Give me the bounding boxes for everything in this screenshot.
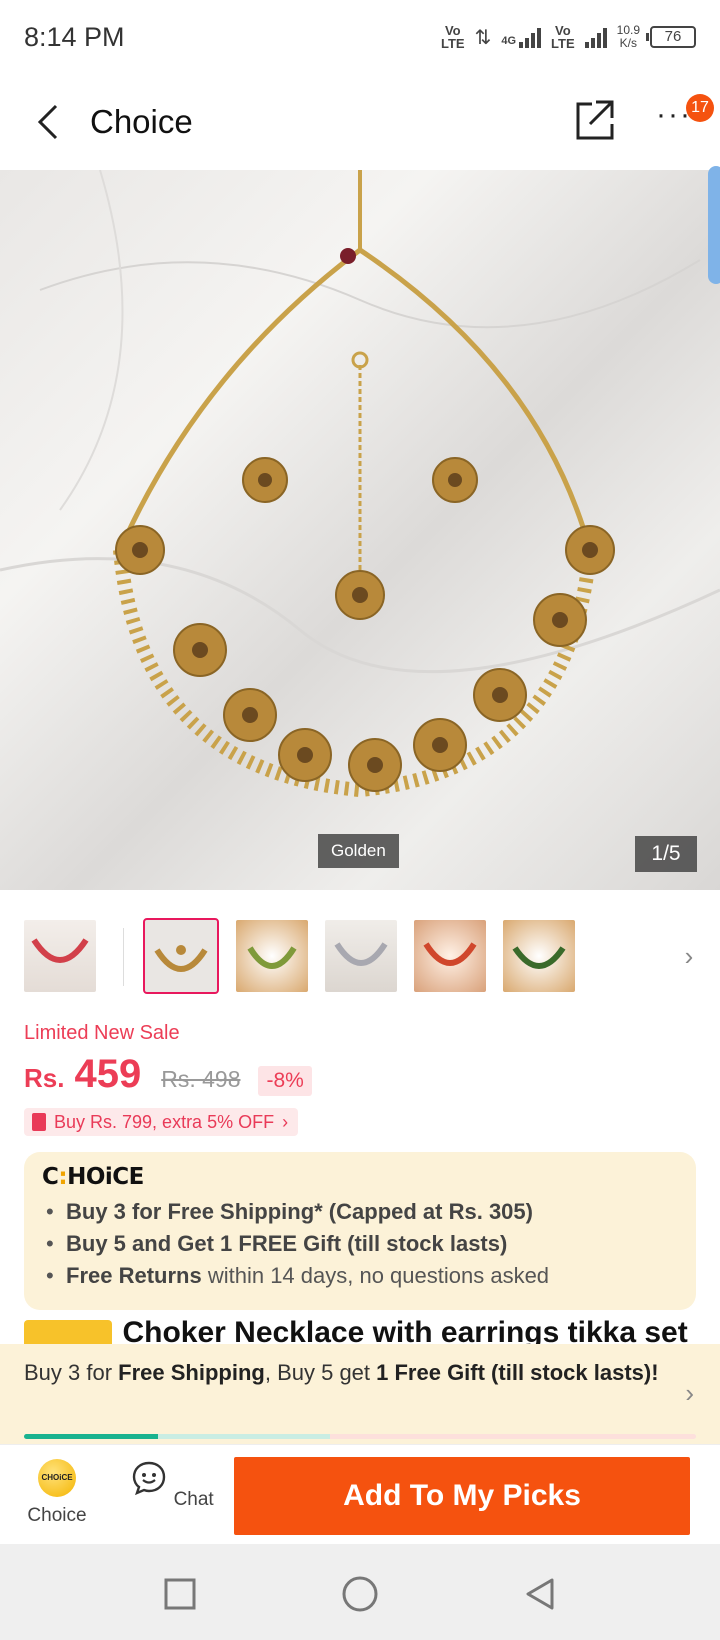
triangle-back-icon[interactable] [520, 1574, 560, 1614]
benefit-item: Free Returns within 14 days, no question… [42, 1260, 678, 1292]
net-speed: 10.9 K/s [616, 23, 640, 50]
battery-icon: 76 [646, 26, 696, 48]
thumbnail[interactable] [236, 920, 308, 992]
back-button[interactable] [24, 98, 72, 146]
status-icons: Vo LTE ⇅ 4G Vo LTE 10.9 K/s 76 [441, 24, 696, 50]
thumbnail-next-button[interactable]: › [674, 936, 704, 976]
benefit-item: Buy 5 and Get 1 FREE Gift (till stock la… [42, 1228, 678, 1260]
data-arrows-icon: ⇅ [474, 26, 492, 49]
chevron-right-icon: › [685, 1378, 694, 1408]
image-counter: 1/5 [635, 836, 697, 872]
product-title-row: Choker Necklace with earrings tikka set [24, 1310, 696, 1344]
system-nav-bar [0, 1544, 720, 1640]
chevron-left-icon [37, 104, 58, 140]
choice-tab[interactable]: CHOiCE Choice [12, 1459, 102, 1527]
benefit-item: Buy 3 for Free Shipping* (Capped at Rs. … [42, 1196, 678, 1228]
promo-coupon[interactable]: Buy Rs. 799, extra 5% OFF › [24, 1108, 299, 1136]
chevron-right-icon: › [684, 941, 694, 971]
price-currency: Rs. [24, 1063, 65, 1093]
product-title: Choker Necklace with earrings tikka set [122, 1316, 688, 1344]
cart-badge: 17 [686, 94, 714, 122]
status-time: 8:14 PM [24, 21, 125, 52]
share-icon [576, 100, 614, 140]
chat-tab[interactable]: Chat [127, 1459, 217, 1511]
progress-segment [330, 1434, 696, 1439]
share-button[interactable] [570, 96, 618, 144]
choice-tag [24, 1320, 112, 1344]
thumbnail[interactable] [24, 920, 96, 992]
volte-label: Vo LTE [441, 23, 465, 51]
price-row: Rs. 459 Rs. 498 -8% [24, 1052, 312, 1097]
scroll-indicator [708, 166, 720, 284]
status-bar: 8:14 PM Vo LTE ⇅ 4G Vo LTE 10.9 K/s 76 [0, 0, 720, 74]
signal-icon-2 [584, 26, 607, 48]
progress-segment [158, 1434, 331, 1439]
add-to-picks-button[interactable]: Add To My Picks [234, 1457, 690, 1535]
product-image[interactable] [0, 170, 720, 890]
choice-icon: CHOiCE [38, 1459, 76, 1497]
thumbnail[interactable] [325, 920, 397, 992]
thumbnail[interactable] [503, 920, 575, 992]
chat-icon [133, 1461, 166, 1496]
necklace-illustration [0, 170, 720, 798]
sale-tag: Limited New Sale [24, 1022, 180, 1044]
progress-fill [24, 1434, 159, 1439]
chevron-right-icon: › [282, 1111, 289, 1132]
choice-tab-label: Choice [27, 1505, 87, 1526]
circle-icon[interactable] [340, 1574, 380, 1614]
discount-badge: -8% [258, 1066, 312, 1096]
volte-label-2: Vo LTE [551, 23, 575, 51]
shipping-progress-bar [24, 1434, 696, 1439]
page-title: Choice [90, 103, 193, 140]
thumbnail[interactable] [414, 920, 486, 992]
price-current: 459 [74, 1052, 142, 1096]
promo-text: Buy Rs. 799, extra 5% OFF [54, 1111, 275, 1132]
square-icon[interactable] [160, 1574, 200, 1614]
thumbnail-selected[interactable] [143, 918, 219, 994]
price-original: Rs. 498 [161, 1066, 241, 1092]
chat-tab-label: Chat [173, 1489, 214, 1510]
bottom-action-bar: CHOiCE Choice Chat Add To My Picks [0, 1444, 720, 1544]
shipping-text: Buy 3 for Free Shipping, Buy 5 get 1 Fre… [24, 1360, 659, 1385]
thumbnail-divider [123, 928, 124, 986]
choice-benefits-card[interactable]: C:HOiCE Buy 3 for Free Shipping* (Capped… [24, 1152, 696, 1310]
benefits-list: Buy 3 for Free Shipping* (Capped at Rs. … [42, 1196, 678, 1292]
signal-icon: 4G [501, 26, 542, 48]
thumbnail-strip: › [0, 918, 720, 994]
coupon-icon [32, 1113, 46, 1131]
free-shipping-banner[interactable]: Buy 3 for Free Shipping, Buy 5 get 1 Fre… [0, 1344, 720, 1444]
variant-label: Golden [318, 834, 399, 868]
choice-logo: C:HOiCE [42, 1164, 144, 1190]
